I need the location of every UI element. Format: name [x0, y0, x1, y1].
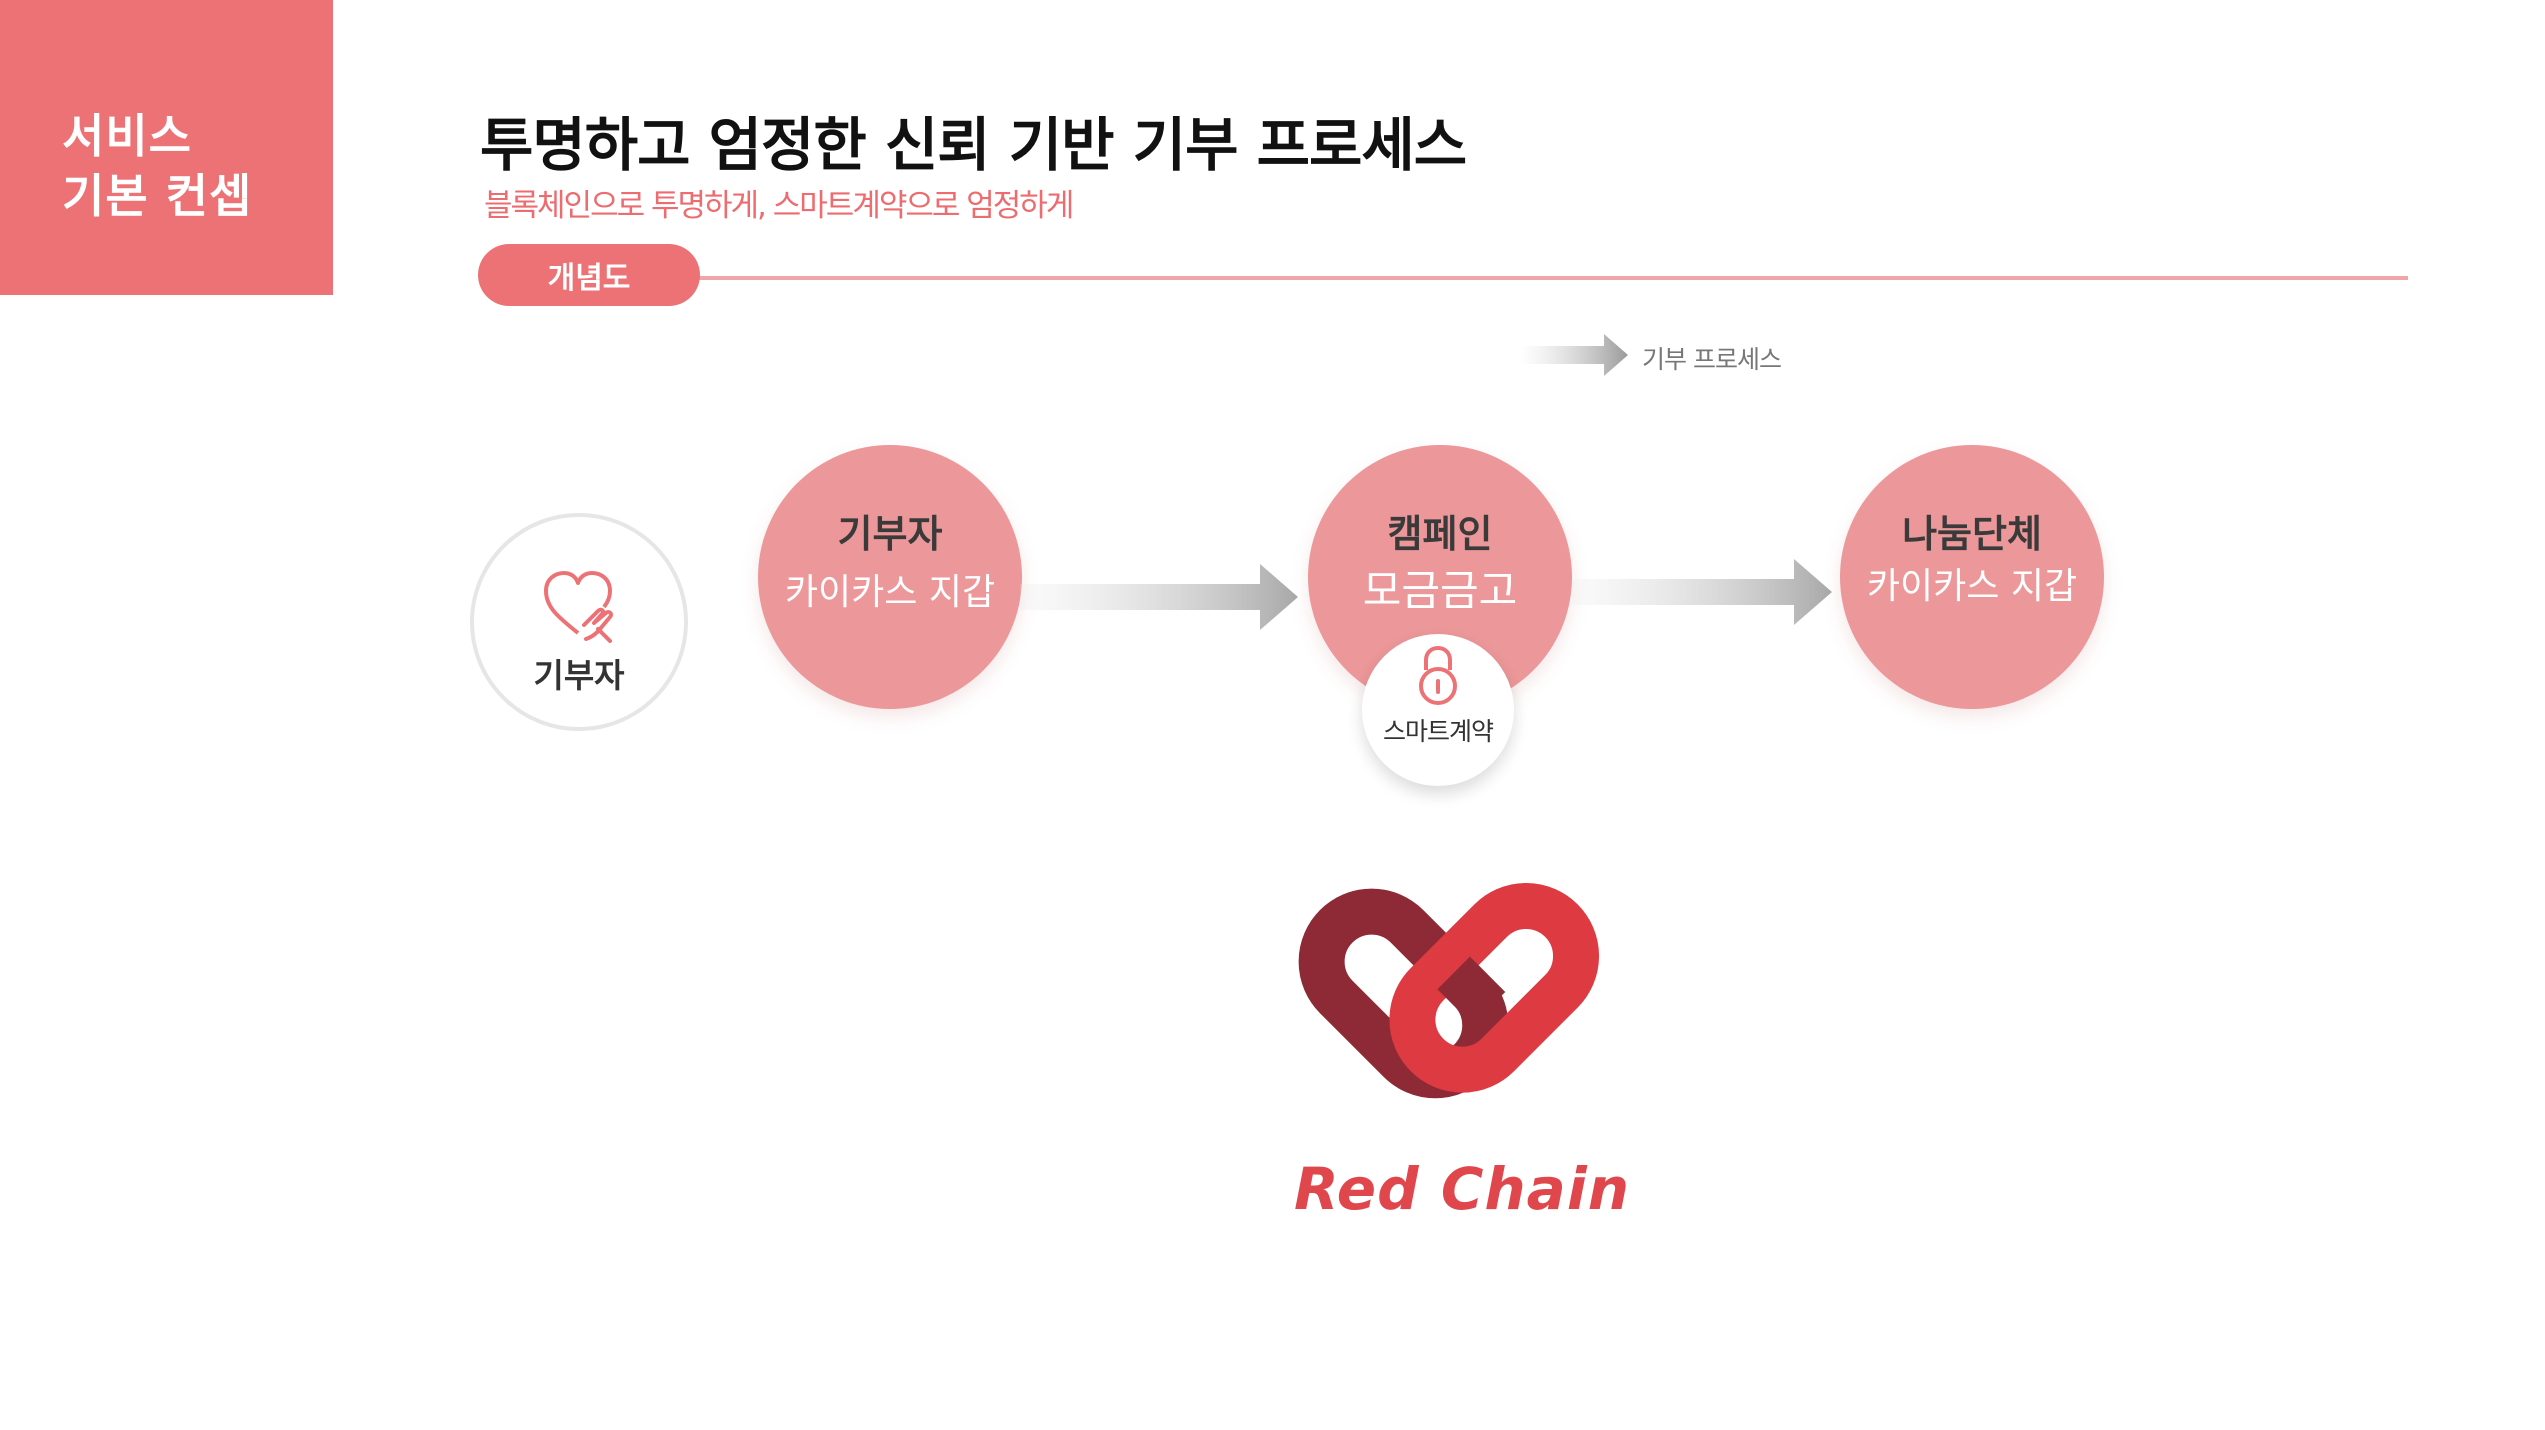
divider-line [690, 276, 2408, 280]
page-subtitle: 블록체인으로 투명하게, 스마트계약으로 엄정하게 [484, 188, 1074, 224]
page-title: 투명하고 엄정한 신뢰 기반 기부 프로세스 [480, 111, 1467, 179]
section-title-line1: 서비스 [62, 109, 192, 163]
flow-node-title: 나눔단체 [1902, 512, 2042, 556]
flow-node-title: 캠페인 [1387, 512, 1493, 556]
red-chain-logo-icon [1298, 882, 1600, 1099]
legend-label: 기부 프로세스 [1642, 345, 1782, 374]
flow-arrow-2 [1572, 559, 1832, 625]
section-header-box: 서비스 기본 컨셉 [0, 0, 333, 295]
donor-badge: 기부자 [470, 513, 688, 731]
flow-node-charity: 나눔단체 카이카스 지갑 [1840, 445, 2104, 709]
flow-node-subtitle: 카이카스 지갑 [1866, 566, 2078, 607]
flow-node-subtitle: 모금금고 [1362, 566, 1518, 615]
heart-hand-icon [544, 571, 614, 643]
lock-icon [1419, 645, 1457, 705]
flow-node-title: 기부자 [837, 512, 943, 556]
smart-contract-badge: 스마트계약 [1362, 634, 1514, 786]
smart-contract-label: 스마트계약 [1382, 717, 1494, 746]
legend-arrow-icon [1520, 334, 1628, 376]
section-title-line2: 기본 컨셉 [62, 169, 253, 223]
logo-text: Red Chain [1294, 1155, 1630, 1223]
donor-badge-label: 기부자 [533, 656, 625, 695]
flow-arrow-1 [1020, 564, 1298, 630]
flow-node-donor: 기부자 카이카스 지갑 [758, 445, 1022, 709]
flow-node-subtitle: 카이카스 지갑 [784, 572, 996, 613]
concept-tab[interactable]: 개념도 [478, 244, 700, 306]
